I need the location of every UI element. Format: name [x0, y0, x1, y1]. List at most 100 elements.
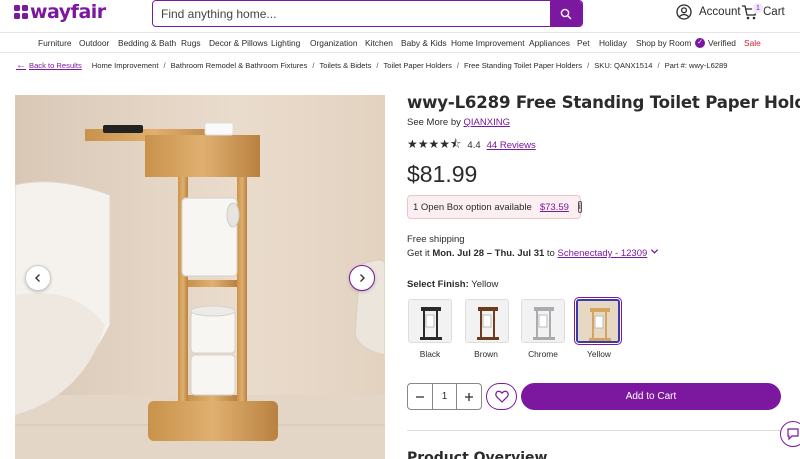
see-more-by: See More by QIANXING: [407, 117, 510, 128]
finish-label-yellow: Yellow: [587, 349, 611, 359]
black-swatch-image: [409, 300, 451, 342]
rating-value: 4.4: [467, 140, 481, 151]
product-price: $81.99: [407, 161, 478, 187]
breadcrumb-item[interactable]: Home Improvement: [92, 61, 159, 70]
nav-item-pet[interactable]: Pet: [577, 38, 590, 48]
verified-check-icon: ✓: [695, 38, 705, 48]
nav-item-sale[interactable]: Sale: [744, 38, 761, 48]
nav-item-furniture[interactable]: Furniture: [38, 38, 72, 48]
wayfair-logo[interactable]: wayfair: [14, 1, 106, 23]
site-header: wayfair Account 1 Cart: [0, 0, 800, 30]
account-link[interactable]: Account: [676, 4, 741, 20]
nav-item-organization[interactable]: Organization: [310, 38, 358, 48]
breadcrumb-separator: /: [312, 61, 315, 70]
open-box-price-link[interactable]: $73.59: [540, 202, 569, 213]
add-to-favorites-button[interactable]: [486, 383, 517, 410]
finish-swatch-black[interactable]: [408, 299, 452, 343]
finish-label-brown: Brown: [474, 349, 498, 359]
minus-icon: [416, 395, 424, 398]
chat-icon: [787, 428, 799, 441]
reviews-link[interactable]: 44 Reviews: [487, 140, 536, 151]
finish-swatch-chrome[interactable]: [521, 299, 565, 343]
search-input[interactable]: [153, 1, 550, 26]
breadcrumb-separator: /: [376, 61, 379, 70]
cart-link[interactable]: 1 Cart: [741, 2, 785, 21]
brand-link[interactable]: QIANXING: [464, 117, 510, 128]
add-to-cart-button[interactable]: Add to Cart: [521, 383, 781, 410]
product-overview-heading: Product Overview: [407, 450, 548, 459]
product-main-image: [15, 95, 385, 459]
breadcrumb-item[interactable]: Toilets & Bidets: [319, 61, 371, 70]
breadcrumb-item[interactable]: Toilet Paper Holders: [384, 61, 452, 70]
nav-item-decor-pillows[interactable]: Decor & Pillows: [209, 38, 268, 48]
delivery-to: to: [546, 248, 555, 259]
category-nav: Furniture Outdoor Bedding & Bath Rugs De…: [0, 32, 800, 53]
nav-item-baby-kids[interactable]: Baby & Kids: [401, 38, 447, 48]
nav-item-holiday[interactable]: Holiday: [599, 38, 627, 48]
nav-verified-label: Verified: [708, 38, 736, 48]
cart-count-badge: 1: [752, 2, 764, 14]
finish-label: Select Finish:: [407, 279, 469, 290]
breadcrumb-separator: /: [657, 61, 660, 70]
finish-swatch-yellow[interactable]: [574, 297, 622, 345]
yellow-swatch-image: [578, 301, 618, 341]
finish-label-chrome: Chrome: [528, 349, 558, 359]
quantity-stepper: 1: [407, 383, 482, 410]
delivery-location-link[interactable]: Schenectady - 12309: [557, 248, 647, 259]
finish-selector-label: Select Finish: Yellow: [407, 279, 498, 290]
open-box-text: 1 Open Box option available: [413, 201, 532, 213]
nav-item-bedding-bath[interactable]: Bedding & Bath: [118, 38, 176, 48]
nav-item-outdoor[interactable]: Outdoor: [79, 38, 109, 48]
rating-stars-icon: ★★★★⯪: [407, 137, 462, 151]
info-icon[interactable]: i: [577, 201, 582, 213]
breadcrumb-item[interactable]: Free Standing Toilet Paper Holders: [464, 61, 582, 70]
chevron-down-icon[interactable]: [650, 247, 659, 256]
chevron-right-icon: [360, 274, 365, 282]
breadcrumb-part-number: Part #: wwy-L6289: [664, 61, 728, 70]
product-title: wwy-L6289 Free Standing Toilet Paper Hol…: [407, 93, 800, 112]
cart-label: Cart: [763, 6, 785, 18]
delivery-dates: Mon. Jul 28 – Thu. Jul 31: [432, 248, 545, 259]
back-to-results-link[interactable]: ← Back to Results: [16, 60, 82, 71]
breadcrumb-sku: SKU: QANX1514: [594, 61, 653, 70]
gallery-next-button[interactable]: [349, 265, 375, 291]
account-label: Account: [699, 6, 741, 18]
breadcrumb-separator: /: [587, 61, 590, 70]
back-to-results-label: Back to Results: [29, 61, 82, 70]
nav-item-verified[interactable]: ✓ Verified: [695, 38, 736, 48]
open-box-banner: 1 Open Box option available $73.59 i: [407, 195, 582, 219]
breadcrumb-item[interactable]: Bathroom Remodel & Bathroom Fixtures: [171, 61, 308, 70]
breadcrumb-separator: /: [456, 61, 460, 70]
search-icon: [560, 8, 572, 19]
shipping-text: Free shipping: [407, 234, 465, 245]
finish-swatch-brown[interactable]: [465, 299, 509, 343]
finish-label-black: Black: [419, 349, 441, 359]
nav-item-shop-by-room[interactable]: Shop by Room: [636, 38, 691, 48]
gallery-previous-button[interactable]: [25, 265, 51, 291]
account-icon: [676, 4, 692, 20]
quantity-decrease-button[interactable]: [408, 384, 432, 409]
chat-button[interactable]: [780, 421, 800, 447]
see-more-prefix: See More by: [407, 117, 461, 128]
delivery-prefix: Get it: [407, 248, 430, 259]
product-image-gallery: [15, 95, 385, 459]
logo-text: wayfair: [30, 1, 106, 23]
chrome-swatch-image: [522, 300, 564, 342]
nav-item-appliances[interactable]: Appliances: [529, 38, 570, 48]
quantity-value[interactable]: 1: [432, 384, 457, 409]
nav-item-lighting[interactable]: Lighting: [271, 38, 300, 48]
search-bar: [152, 0, 583, 27]
nav-item-rugs[interactable]: Rugs: [181, 38, 201, 48]
search-button[interactable]: [550, 1, 582, 26]
arrow-left-icon: ←: [16, 60, 26, 71]
quantity-increase-button[interactable]: [457, 384, 481, 409]
section-divider: [407, 430, 800, 431]
finish-value: Yellow: [471, 279, 499, 290]
heart-icon: [494, 390, 509, 403]
plus-icon: [465, 392, 473, 401]
breadcrumb: ← Back to Results Home Improvement / Bat…: [16, 60, 727, 71]
brown-swatch-image: [466, 300, 508, 342]
nav-item-kitchen[interactable]: Kitchen: [365, 38, 393, 48]
nav-item-home-improvement[interactable]: Home Improvement: [451, 38, 525, 48]
logo-mark-icon: [14, 5, 28, 19]
